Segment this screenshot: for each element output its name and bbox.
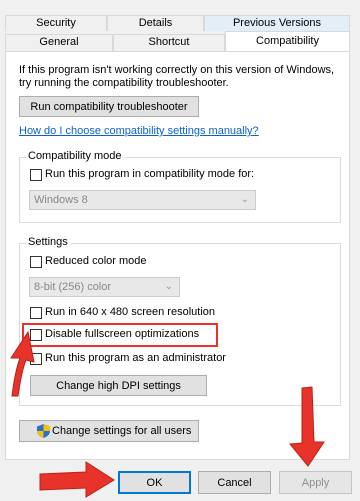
res640-label: Run in 640 x 480 screen resolution [45, 306, 215, 318]
tab-security[interactable]: Security [5, 15, 107, 31]
tab-previous-versions[interactable]: Previous Versions [204, 15, 350, 31]
reduced-color-checkbox[interactable] [30, 256, 42, 268]
fullscreen-optimizations-checkbox[interactable] [30, 329, 42, 341]
shield-icon [37, 424, 50, 441]
fullscreen-optimizations-label: Disable fullscreen optimizations [45, 328, 200, 340]
apply-button[interactable]: Apply [279, 471, 352, 494]
compatibility-mode-title: Compatibility mode [26, 150, 124, 162]
ok-button[interactable]: OK [118, 471, 191, 494]
change-dpi-button[interactable]: Change high DPI settings [30, 375, 207, 396]
reduced-color-label: Reduced color mode [45, 255, 147, 267]
help-link[interactable]: How do I choose compatibility settings m… [19, 125, 259, 137]
change-all-users-button[interactable]: Change settings for all users [19, 420, 199, 442]
intro-line-1: If this program isn't working correctly … [19, 64, 335, 76]
color-mode-select: 8-bit (256) color ⌄ [29, 277, 180, 297]
intro-line-2: try running the compatibility troublesho… [19, 77, 229, 89]
run-as-admin-label: Run this program as an administrator [45, 352, 226, 364]
tab-shortcut[interactable]: Shortcut [113, 34, 225, 51]
tab-general[interactable]: General [5, 34, 113, 51]
run-as-admin-checkbox[interactable] [30, 353, 42, 365]
tab-compatibility[interactable]: Compatibility [225, 31, 350, 52]
compat-mode-label: Run this program in compatibility mode f… [45, 168, 255, 180]
compat-mode-select: Windows 8 ⌄ [29, 190, 256, 210]
chevron-down-icon: ⌄ [164, 281, 173, 292]
compat-mode-checkbox[interactable] [30, 169, 42, 181]
chevron-down-icon: ⌄ [240, 194, 249, 205]
res640-checkbox[interactable] [30, 307, 42, 319]
annotation-arrow-right-icon [39, 461, 115, 498]
cancel-button[interactable]: Cancel [198, 471, 271, 494]
settings-title: Settings [26, 236, 70, 248]
tab-details[interactable]: Details [107, 15, 204, 31]
run-troubleshooter-button[interactable]: Run compatibility troubleshooter [19, 96, 199, 117]
